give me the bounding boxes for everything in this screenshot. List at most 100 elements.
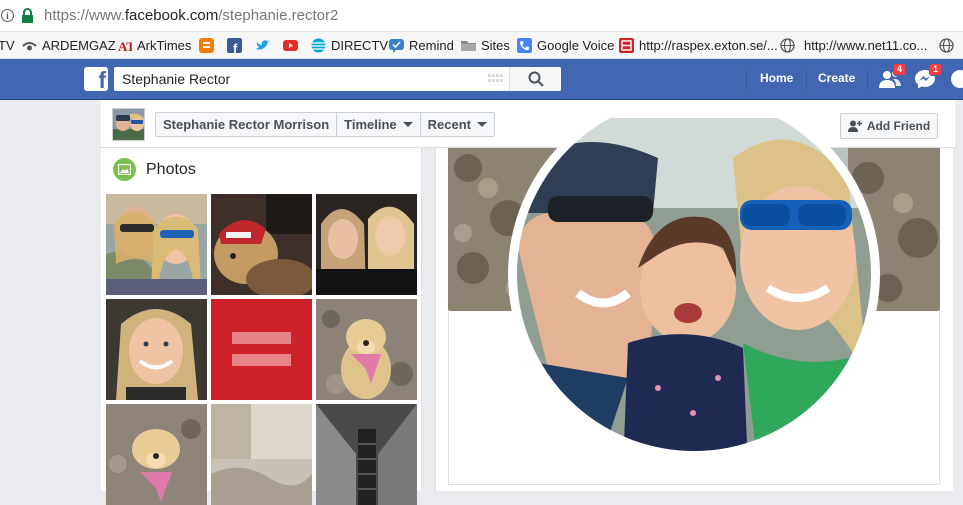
bookmarks-bar: TV ARDEMGAZ AT ArkTimes f DIRECTV Remind… <box>0 32 963 59</box>
att-icon <box>311 38 326 53</box>
photo-tile[interactable] <box>211 299 312 400</box>
youtube-icon <box>283 40 298 51</box>
profile-name-link[interactable]: Stephanie Rector Morrison <box>156 113 338 136</box>
profile-thumbnail[interactable] <box>112 108 145 141</box>
photos-icon <box>113 158 136 181</box>
timeline-dropdown[interactable]: Timeline <box>337 113 421 136</box>
bookmark-arktimes[interactable]: AT ArkTimes <box>117 37 191 54</box>
photo-escalator-bw <box>316 404 417 505</box>
friend-requests-badge: 4 <box>893 63 906 76</box>
facebook-top-bar: f Home Create 4 1 <box>0 59 963 100</box>
photo-woman-smiling <box>106 299 207 400</box>
photo-yellow-lab-bandana <box>106 404 207 505</box>
messages-badge: 1 <box>929 63 942 76</box>
photos-title: Photos <box>146 160 196 178</box>
remind-icon <box>389 39 404 53</box>
bookmark-label: http://www.net11.co... <box>804 38 928 53</box>
url-path: /stephanie.rector2 <box>218 7 339 24</box>
svg-text:f: f <box>233 41 238 53</box>
arktimes-icon: AT <box>118 39 132 53</box>
profile-breadcrumb: Stephanie Rector Morrison Timeline Recen… <box>155 112 496 137</box>
bookmark-remind[interactable]: Remind <box>389 37 454 54</box>
bookmark-globe-extra[interactable] <box>939 37 959 54</box>
profile-picture-image <box>508 88 880 460</box>
photo-tile[interactable] <box>316 404 417 505</box>
bookmark-label: Remind <box>409 38 454 53</box>
photo-selfie-two-women <box>106 194 207 295</box>
twitter-icon <box>256 40 270 50</box>
recent-dropdown[interactable]: Recent <box>421 113 494 136</box>
photo-tile[interactable] <box>316 194 417 295</box>
bookmark-sites[interactable]: Sites <box>461 37 510 54</box>
blogger-icon <box>199 38 214 53</box>
folder-icon <box>461 41 476 51</box>
caret-down-icon <box>477 122 488 127</box>
search-box <box>114 67 561 91</box>
bookmark-label: TV <box>0 38 15 53</box>
bookmark-tv[interactable]: TV <box>0 37 15 54</box>
bookmark-label: ArkTimes <box>137 38 192 53</box>
nav-divider <box>806 70 807 90</box>
messages-button[interactable]: 1 <box>914 63 942 89</box>
cover-panel <box>435 88 953 491</box>
photo-yellow-lab-dog <box>316 299 417 400</box>
bookmark-facebook[interactable]: f <box>227 37 247 54</box>
friend-requests-button[interactable]: 4 <box>878 63 906 89</box>
bookmark-label: http://raspex.exton.se/... <box>639 38 778 53</box>
search-button[interactable] <box>509 67 561 91</box>
ardemgaz-icon <box>22 42 37 51</box>
globe-notifications-icon <box>951 70 963 88</box>
profile-thumbnail-image <box>113 109 144 140</box>
bookmark-raspex[interactable]: http://raspex.exton.se/... <box>619 37 778 54</box>
globe-icon <box>939 38 954 53</box>
photo-pillow-text <box>211 404 312 505</box>
svg-text:AT: AT <box>118 39 132 53</box>
grid-dots-icon <box>488 74 503 82</box>
url-prefix: https://www. <box>44 7 125 24</box>
photos-header[interactable]: Photos <box>113 158 196 181</box>
timeline-label: Timeline <box>344 117 397 132</box>
bookmark-youtube[interactable] <box>283 37 303 54</box>
nav-divider <box>746 70 747 90</box>
globe-icon <box>780 38 795 53</box>
bookmark-label: DIRECTV <box>331 38 389 53</box>
bookmark-net11[interactable]: http://www.net11.co... <box>780 37 927 54</box>
nav-divider <box>867 70 868 90</box>
photo-tile[interactable] <box>106 299 207 400</box>
create-link[interactable]: Create <box>818 71 855 85</box>
facebook-icon: f <box>227 38 242 53</box>
raspex-icon <box>619 38 634 53</box>
bookmark-label: Sites <box>481 38 510 53</box>
profile-name: Stephanie Rector Morrison <box>163 117 330 132</box>
photo-dog-in-hat <box>211 194 312 295</box>
notifications-button[interactable] <box>950 69 963 89</box>
caret-down-icon <box>402 122 413 127</box>
photo-tile[interactable] <box>211 404 312 505</box>
bookmark-twitter[interactable] <box>255 37 275 54</box>
photo-tile[interactable] <box>316 299 417 400</box>
address-bar[interactable]: i https://www.facebook.com/stephanie.rec… <box>0 0 963 32</box>
photo-tile[interactable] <box>106 194 207 295</box>
facebook-logo-icon[interactable]: f <box>84 67 108 91</box>
phone-icon <box>517 38 532 53</box>
photo-tile[interactable] <box>106 404 207 505</box>
bookmark-blogger[interactable] <box>199 37 219 54</box>
search-input[interactable] <box>114 67 514 91</box>
bookmark-google-voice[interactable]: Google Voice <box>517 37 614 54</box>
lock-icon <box>22 8 33 23</box>
search-icon <box>528 71 544 87</box>
bookmark-ardemgaz[interactable]: ARDEMGAZ <box>22 37 116 54</box>
bookmark-label: Google Voice <box>537 38 615 53</box>
recent-label: Recent <box>427 117 472 132</box>
info-icon[interactable]: i <box>1 9 14 22</box>
photos-panel: Photos <box>101 148 422 505</box>
url-domain: facebook.com <box>124 7 219 24</box>
home-link[interactable]: Home <box>760 71 793 85</box>
bookmark-label: ARDEMGAZ <box>42 38 116 53</box>
bookmark-directv[interactable]: DIRECTV <box>311 37 388 54</box>
photo-two-women-night <box>316 194 417 295</box>
photo-tile[interactable] <box>211 194 312 295</box>
url-text[interactable]: https://www.facebook.com/stephanie.recto… <box>44 7 338 24</box>
photo-equality-logo <box>211 299 312 400</box>
profile-picture[interactable] <box>508 88 880 463</box>
